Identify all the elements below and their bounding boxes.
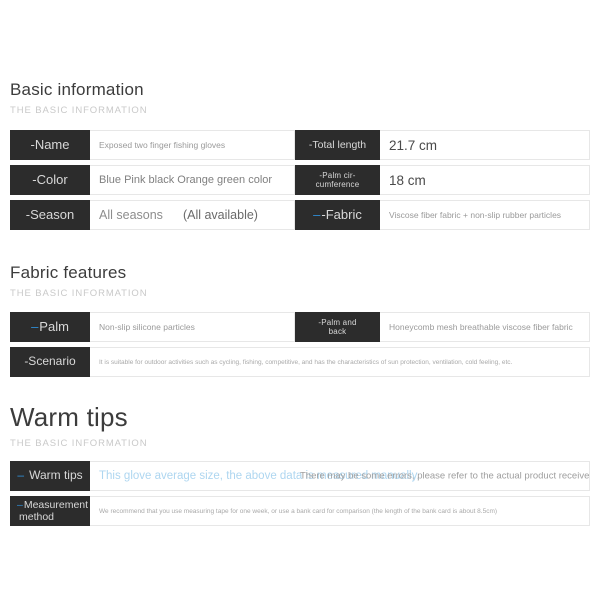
spec-cell-warm-tips: – Warm tips This glove average size, the …	[10, 461, 590, 491]
spec-cell-palm-circumference: -Palm cir- cumference 18 cm	[295, 165, 590, 195]
section-subtitle-fabric-features: THE BASIC INFORMATION	[10, 287, 148, 299]
row-label-palm-text: Palm	[39, 318, 69, 334]
section-title-warm-tips: Warm tips	[10, 402, 128, 432]
row-label-palm-circumference-line2: cumference	[315, 180, 360, 189]
spec-cell-measurement-method: –Measurement method We recommend that yo…	[10, 496, 590, 526]
row-value-palm-circumference: 18 cm	[380, 165, 590, 195]
row-label-fabric: – -Fabric	[295, 200, 380, 230]
section-subtitle-warm-tips: THE BASIC INFORMATION	[10, 437, 148, 449]
section-subtitle-basic-information: THE BASIC INFORMATION	[10, 104, 148, 116]
spec-cell-name: -Name Exposed two finger fishing gloves	[10, 130, 295, 160]
row-value-season: All seasons (All available)	[90, 200, 295, 230]
row-label-warm-tips: – Warm tips	[10, 461, 90, 491]
section-header-basic-information: Basic information THE BASIC INFORMATION	[0, 80, 147, 116]
row-value-measurement-method: We recommend that you use measuring tape…	[90, 496, 590, 526]
row-value-season-secondary: (All available)	[182, 208, 258, 222]
row-label-measurement-method-line1-text: Measurement	[23, 498, 89, 511]
row-label-season: -Season	[10, 200, 90, 230]
row-value-total-length: 21.7 cm	[380, 130, 590, 160]
table-row: – Palm Non-slip silicone particles -Palm …	[0, 312, 600, 342]
row-label-warm-tips-text: Warm tips	[29, 468, 83, 483]
spec-cell-palm-and-back: -Palm and back Honeycomb mesh breathable…	[295, 312, 590, 342]
warm-tips-overlay-container: This glove average size, the above data …	[90, 462, 589, 490]
spec-cell-total-length: -Total length 21.7 cm	[295, 130, 590, 160]
section-header-warm-tips: Warm tips THE BASIC INFORMATION	[0, 402, 148, 449]
section-header-fabric-features: Fabric features THE BASIC INFORMATION	[0, 263, 147, 299]
row-value-scenario: It is suitable for outdoor activities su…	[90, 347, 590, 377]
spec-cell-season: -Season All seasons (All available)	[10, 200, 295, 230]
table-row: – Warm tips This glove average size, the …	[0, 461, 600, 491]
row-value-warm-tips: This glove average size, the above data …	[90, 461, 590, 491]
accent-dash-icon: –	[313, 206, 321, 222]
spec-cell-fabric: – -Fabric Viscose fiber fabric + non-slip…	[295, 200, 590, 230]
row-value-name: Exposed two finger fishing gloves	[90, 130, 295, 160]
row-label-name: -Name	[10, 130, 90, 160]
table-row: –Measurement method We recommend that yo…	[0, 496, 600, 526]
row-value-palm: Non-slip silicone particles	[90, 312, 295, 342]
spec-cell-scenario: -Scenario It is suitable for outdoor act…	[10, 347, 590, 377]
row-label-palm-circumference: -Palm cir- cumference	[295, 165, 380, 195]
row-value-palm-and-back: Honeycomb mesh breathable viscose fiber …	[380, 312, 590, 342]
product-spec-page: Basic information THE BASIC INFORMATION …	[0, 0, 600, 600]
row-label-measurement-method: –Measurement method	[10, 496, 90, 526]
accent-dash-icon: –	[31, 318, 39, 334]
row-label-palm-and-back: -Palm and back	[295, 312, 380, 342]
accent-dash-icon: –	[17, 498, 23, 511]
row-value-season-primary: All seasons	[99, 208, 163, 222]
table-row: -Name Exposed two finger fishing gloves …	[0, 130, 600, 160]
table-row: -Scenario It is suitable for outdoor act…	[0, 347, 600, 377]
spec-cell-palm: – Palm Non-slip silicone particles	[10, 312, 295, 342]
row-value-fabric: Viscose fiber fabric + non-slip rubber p…	[380, 200, 590, 230]
row-label-color: -Color	[10, 165, 90, 195]
table-row: -Season All seasons (All available) – -Fa…	[0, 200, 600, 230]
row-label-palm-circumference-line1: -Palm cir-	[319, 170, 356, 180]
row-label-scenario: -Scenario	[10, 347, 90, 377]
section-title-fabric-features: Fabric features	[10, 263, 127, 282]
row-value-color: Blue Pink black Orange green color	[90, 165, 295, 195]
warm-tips-text-secondary: There may be some errors, please refer t…	[300, 470, 589, 482]
row-value-season-parts: All seasons (All available)	[99, 208, 258, 222]
spec-cell-color: -Color Blue Pink black Orange green colo…	[10, 165, 295, 195]
row-label-measurement-method-line2: method	[19, 511, 55, 523]
row-label-palm-and-back-line1: -Palm and	[318, 317, 357, 327]
row-label-fabric-text: -Fabric	[321, 206, 362, 222]
table-row: -Color Blue Pink black Orange green colo…	[0, 165, 600, 195]
row-label-palm: – Palm	[10, 312, 90, 342]
accent-dash-icon: –	[17, 468, 25, 483]
section-title-basic-information: Basic information	[10, 80, 144, 99]
row-label-total-length: -Total length	[295, 130, 380, 160]
row-label-measurement-method-line1: –Measurement	[17, 499, 88, 511]
row-label-palm-and-back-line2: back	[328, 327, 347, 336]
